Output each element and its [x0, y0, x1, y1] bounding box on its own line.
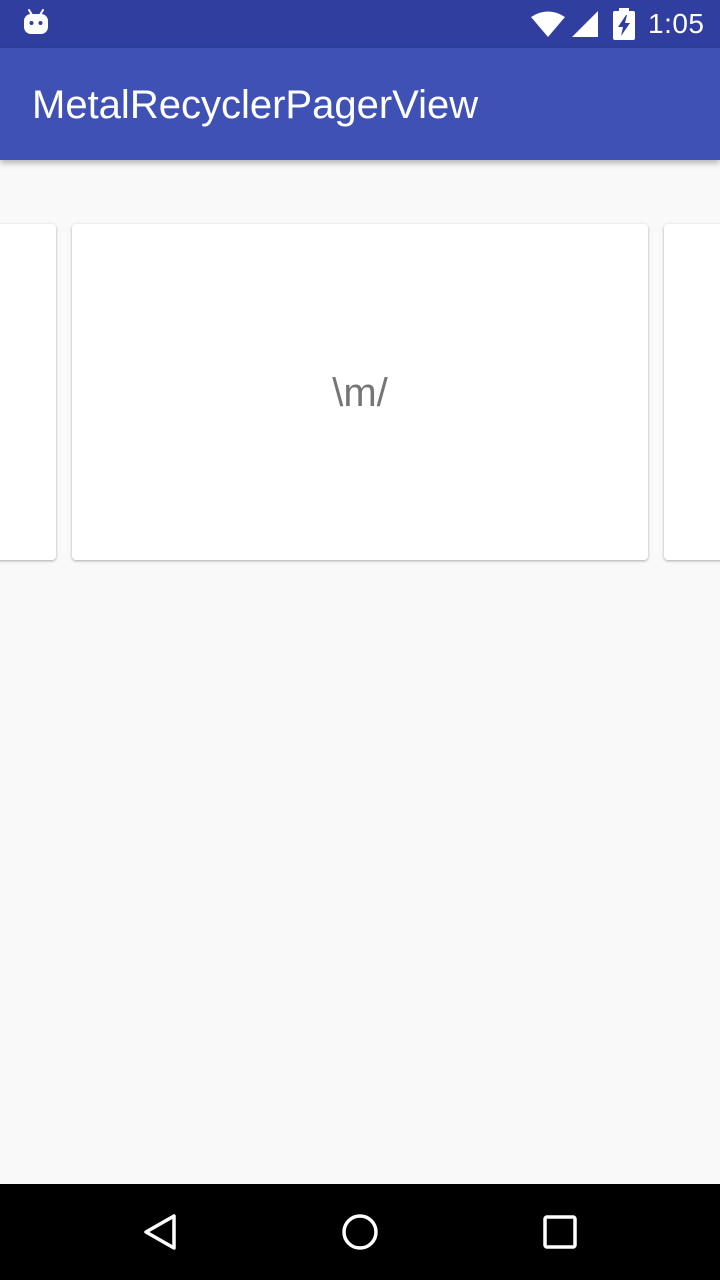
pager-card-current[interactable]: \m/ [72, 224, 648, 560]
android-icon [24, 9, 48, 34]
page-title: MetalRecyclerPagerView [32, 83, 479, 127]
card-text: \m/ [332, 371, 388, 415]
home-icon[interactable] [336, 1208, 384, 1256]
pager-card-previous[interactable] [0, 224, 56, 560]
pager-card-next[interactable] [664, 224, 720, 560]
battery-charging-icon [613, 8, 635, 40]
app-bar: MetalRecyclerPagerView [0, 48, 720, 160]
status-clock: 1:05 [648, 8, 705, 39]
recents-icon[interactable] [536, 1208, 584, 1256]
back-icon[interactable] [136, 1208, 184, 1256]
navigation-bar [0, 1184, 720, 1280]
wifi-icon [531, 11, 565, 37]
status-bar: 1:05 [0, 0, 720, 48]
signal-icon [572, 11, 598, 37]
recycler-pager[interactable]: \m/ [0, 160, 720, 1184]
